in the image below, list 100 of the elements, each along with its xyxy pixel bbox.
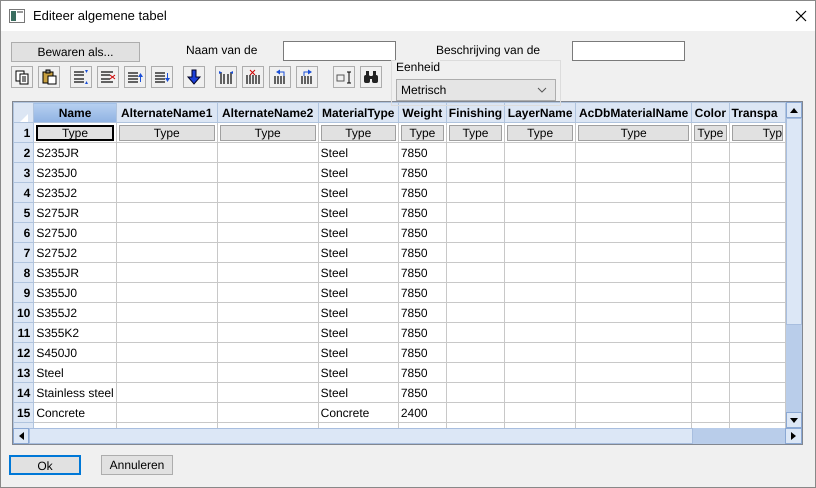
table-cell: S450J0 xyxy=(36,346,78,360)
type-button[interactable]: Type xyxy=(220,124,316,140)
row-number: 1 xyxy=(14,122,34,142)
delete-row-icon xyxy=(100,69,116,85)
table-cell: 7850 xyxy=(400,246,428,260)
type-button[interactable]: Type xyxy=(507,124,574,140)
table-cell: 7850 xyxy=(400,366,428,380)
table-cell: Steel xyxy=(320,186,348,200)
table-cell: Concrete xyxy=(320,406,370,420)
table-cell: Steel xyxy=(320,326,348,340)
column-header[interactable]: Finishing xyxy=(446,102,505,122)
table-cell: S235JR xyxy=(36,146,80,160)
insert-rows-icon-button[interactable] xyxy=(70,66,92,88)
close-icon[interactable] xyxy=(795,10,807,22)
right-arrow-icon xyxy=(791,432,796,440)
table-cell: Steel xyxy=(320,306,348,320)
delete-column-icon xyxy=(245,69,261,85)
description-field[interactable] xyxy=(572,41,685,61)
name-field[interactable] xyxy=(283,41,396,61)
paste-icon-button[interactable] xyxy=(38,66,60,88)
table-cell: S235J2 xyxy=(36,186,78,200)
row-number: 2 xyxy=(14,142,34,162)
table-cell: S355J0 xyxy=(36,286,78,300)
column-header[interactable]: LayerName xyxy=(504,102,576,122)
table-cell: S275J2 xyxy=(36,246,78,260)
scroll-down-button[interactable] xyxy=(786,412,802,428)
table-cell: 7850 xyxy=(400,346,428,360)
table-cell: S355J2 xyxy=(36,306,78,320)
table-cell: 7850 xyxy=(400,286,428,300)
row-number: 11 xyxy=(14,322,34,342)
move-column-left-icon-button[interactable] xyxy=(269,66,291,88)
column-header[interactable]: Transpa xyxy=(729,102,786,122)
table-cell: 7850 xyxy=(400,326,428,340)
corner-cell[interactable] xyxy=(14,102,34,122)
column-header[interactable]: AcDbMaterialName xyxy=(576,102,692,122)
rename-icon xyxy=(336,69,352,85)
vertical-scrollbar-thumb[interactable] xyxy=(786,118,802,325)
binoculars-icon-button[interactable] xyxy=(360,66,382,88)
insert-rows-icon xyxy=(73,69,89,85)
row-number: 9 xyxy=(14,282,34,302)
row-number: 6 xyxy=(14,222,34,242)
move-column-right-icon xyxy=(299,69,315,85)
column-header[interactable]: Weight xyxy=(398,102,446,122)
table-cell: Steel xyxy=(320,146,348,160)
row-number: 7 xyxy=(14,242,34,262)
paste-icon xyxy=(41,69,57,85)
table-cell: Stainless steel xyxy=(36,386,114,400)
up-arrow-icon xyxy=(790,108,798,112)
save-as-button[interactable]: Bewaren als... xyxy=(11,42,140,62)
row-number: 12 xyxy=(14,342,34,362)
table-cell: S355JR xyxy=(36,266,80,280)
table-cell: Steel xyxy=(320,166,348,180)
table-cell: S355K2 xyxy=(36,326,80,340)
table-cell: Steel xyxy=(320,246,348,260)
column-header[interactable]: AlternateName1 xyxy=(116,102,218,122)
delete-column-icon-button[interactable] xyxy=(242,66,264,88)
insert-columns-icon xyxy=(218,69,234,85)
type-button[interactable]: Type xyxy=(578,124,690,140)
copy-icon-button[interactable] xyxy=(11,66,33,88)
column-header[interactable]: MaterialType xyxy=(318,102,398,122)
table-cell: S275JR xyxy=(36,206,80,220)
row-number: 8 xyxy=(14,262,34,282)
arrow-down-icon-button[interactable] xyxy=(183,66,205,88)
unit-dropdown[interactable]: Metrisch xyxy=(396,79,556,101)
left-arrow-icon xyxy=(18,432,24,440)
table-cell: Steel xyxy=(320,266,348,280)
unit-label: Eenheid xyxy=(396,60,440,74)
scroll-left-button[interactable] xyxy=(13,428,29,444)
insert-columns-icon-button[interactable] xyxy=(215,66,237,88)
type-button[interactable]: Typ xyxy=(732,124,783,140)
scroll-up-button[interactable] xyxy=(786,102,802,118)
scroll-right-button[interactable] xyxy=(785,428,802,444)
type-button[interactable]: Type xyxy=(400,124,444,140)
column-header[interactable]: AlternateName2 xyxy=(217,102,318,122)
row-number: 14 xyxy=(14,382,34,402)
table-cell: Steel xyxy=(320,386,348,400)
column-header[interactable]: Name xyxy=(34,102,116,122)
cancel-button[interactable]: Annuleren xyxy=(101,455,173,475)
type-button[interactable]: Type xyxy=(320,124,396,140)
table-cell: S235J0 xyxy=(36,166,78,180)
table-cell: 7850 xyxy=(400,146,428,160)
move-row-down-icon-button[interactable] xyxy=(151,66,173,88)
row-number: 10 xyxy=(14,302,34,322)
ok-button[interactable]: Ok xyxy=(9,455,81,475)
delete-row-icon-button[interactable] xyxy=(97,66,119,88)
type-button[interactable]: Type xyxy=(118,124,215,140)
move-row-up-icon-button[interactable] xyxy=(124,66,146,88)
type-button[interactable]: Type xyxy=(448,124,502,140)
type-button[interactable]: Type xyxy=(36,124,114,140)
rename-icon-button[interactable] xyxy=(333,66,355,88)
copy-icon xyxy=(14,69,30,85)
window-title: Editeer algemene tabel xyxy=(33,7,168,26)
chevron-icon xyxy=(537,87,547,93)
type-button[interactable]: Type xyxy=(694,124,726,140)
table-cell: Steel xyxy=(320,226,348,240)
horizontal-scrollbar-thumb[interactable] xyxy=(29,428,693,444)
table-cell: 2400 xyxy=(400,406,428,420)
column-header[interactable]: Color xyxy=(692,102,729,122)
move-column-right-icon-button[interactable] xyxy=(296,66,318,88)
arrow-down-icon xyxy=(186,69,202,85)
